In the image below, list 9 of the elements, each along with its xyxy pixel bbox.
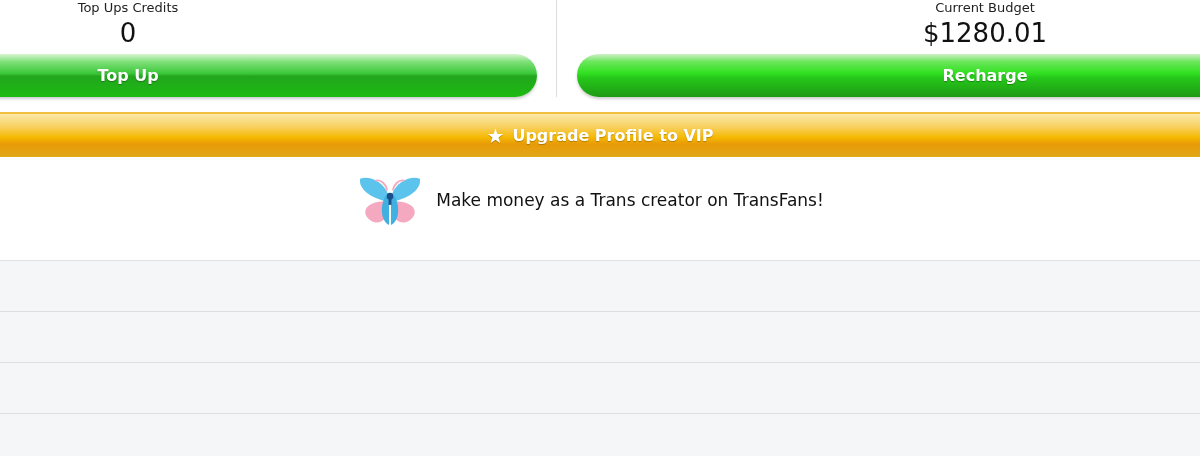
balance-label: Top Ups Credits	[77, 0, 179, 16]
recharge-button[interactable]: Recharge	[577, 54, 1200, 97]
star-icon: ★	[486, 123, 505, 148]
balance-value: $1280.01	[922, 17, 1048, 50]
balance-label: Current Budget	[935, 0, 1035, 16]
promo-text: Make money as a Trans creator on TransFans!	[436, 190, 824, 210]
top-up-button[interactable]: Top Up	[0, 54, 537, 97]
balance-value: 0	[119, 17, 137, 50]
upgrade-vip-button[interactable]: ★ Upgrade Profile to VIP	[0, 112, 1200, 157]
